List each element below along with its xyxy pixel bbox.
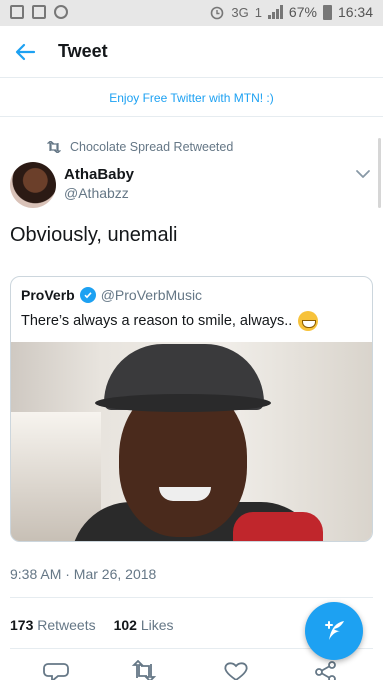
quoted-tweet-header: ProVerb @ProVerbMusic (21, 287, 202, 303)
tweet-actions (0, 656, 383, 680)
quoted-tweet-text-row: There’s always a reason to smile, always… (21, 311, 319, 331)
author-avatar[interactable] (10, 162, 56, 208)
photo-cap-brim (95, 394, 271, 412)
retweet-label: Chocolate Spread Retweeted (70, 140, 234, 154)
clock: 16:34 (337, 4, 373, 20)
retweets-label: Retweets (37, 617, 96, 633)
sim-indicator: 1 (254, 4, 262, 20)
compose-tweet-button[interactable] (305, 602, 363, 660)
author-handle[interactable]: @Athabzz (64, 185, 129, 201)
photo-smile (159, 487, 211, 501)
photo-collar (233, 512, 323, 541)
like-icon[interactable] (222, 660, 250, 680)
status-bar: 3G 1 67% 16:34 (0, 0, 383, 26)
retweet-attribution[interactable]: Chocolate Spread Retweeted (47, 140, 233, 154)
alarm-icon (211, 6, 224, 20)
arrow-left-icon (15, 43, 36, 60)
reply-icon[interactable] (42, 660, 70, 680)
retweets-count: 173 (10, 617, 34, 633)
network-type: 3G (231, 4, 249, 20)
battery-percent: 67% (288, 4, 317, 20)
retweets-stat[interactable]: 173 Retweets (10, 617, 96, 633)
divider (10, 597, 373, 598)
retweet-icon (47, 141, 61, 153)
scrollbar[interactable] (378, 138, 381, 208)
verified-badge-icon (79, 287, 96, 303)
quoted-author-handle: @ProVerbMusic (100, 287, 203, 303)
status-bar-system: 3G 1 67% 16:34 (209, 4, 373, 20)
likes-label: Likes (140, 617, 174, 633)
share-icon[interactable] (312, 660, 340, 680)
quoted-tweet-text: There’s always a reason to smile, always… (21, 313, 293, 329)
quoted-tweet-card[interactable]: ProVerb @ProVerbMusic There’s always a r… (10, 276, 373, 542)
likes-count: 102 (113, 617, 137, 633)
quoted-tweet-photo[interactable] (11, 342, 372, 541)
app-notification-icon (54, 5, 68, 19)
image-notification-icon (10, 5, 24, 19)
promo-banner[interactable]: Enjoy Free Twitter with MTN! :) (0, 79, 383, 117)
battery-icon (322, 4, 332, 20)
compose-feather-icon (325, 621, 344, 640)
likes-stat[interactable]: 102 Likes (114, 617, 174, 633)
quoted-author-name: ProVerb (21, 287, 75, 303)
tweet-timestamp: 9:38 AM · Mar 26, 2018 (10, 566, 157, 582)
message-notification-icon (32, 5, 46, 19)
app-bar: Tweet (0, 26, 383, 78)
tweet-stats: 173 Retweets 102 Likes (10, 617, 174, 633)
chevron-down-icon[interactable] (355, 166, 371, 182)
tweet-text: Obviously, unemali (10, 224, 178, 246)
grinning-face-emoji-icon (298, 311, 319, 331)
retweet-action-icon[interactable] (130, 660, 158, 680)
page-title: Tweet (58, 41, 108, 61)
back-button[interactable] (0, 26, 50, 78)
author-name[interactable]: AthaBaby (64, 166, 134, 183)
signal-icon (267, 5, 283, 19)
status-bar-notifications (10, 5, 68, 19)
